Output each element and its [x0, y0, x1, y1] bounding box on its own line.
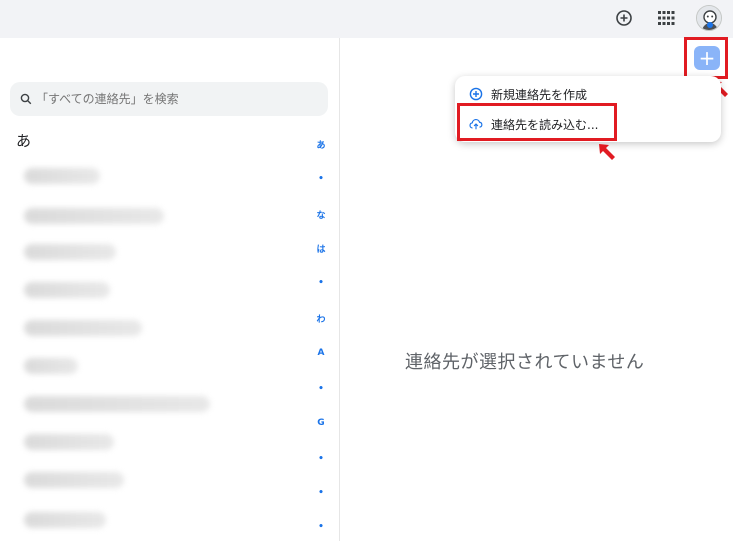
add-circle-icon[interactable]	[612, 6, 636, 30]
index-letter[interactable]: は	[312, 242, 330, 255]
list-item[interactable]	[24, 512, 106, 528]
list-item[interactable]	[24, 434, 114, 450]
list-item[interactable]	[24, 282, 110, 298]
list-item[interactable]	[24, 168, 100, 184]
index-letter[interactable]: A	[312, 348, 330, 358]
new-contact-label: 新規連絡先を作成	[491, 87, 588, 102]
top-bar	[0, 0, 733, 38]
index-letter[interactable]: な	[312, 208, 330, 221]
create-button-highlight	[684, 37, 728, 79]
index-dot[interactable]: •	[312, 488, 330, 498]
index-dot[interactable]: •	[312, 384, 330, 394]
new-contact-menu-item[interactable]: 新規連絡先を作成	[469, 84, 587, 104]
pointer-arrow-icon	[599, 144, 615, 160]
index-dot[interactable]: •	[312, 522, 330, 532]
list-item[interactable]	[24, 208, 164, 224]
search-box[interactable]	[10, 82, 328, 116]
index-letter[interactable]: G	[312, 418, 330, 428]
list-item[interactable]	[24, 358, 78, 374]
search-input[interactable]	[36, 92, 316, 106]
empty-message: 連絡先が選択されていません	[405, 352, 645, 373]
index-letter[interactable]: わ	[312, 312, 330, 325]
list-item[interactable]	[24, 472, 124, 488]
index-dot[interactable]: •	[312, 174, 330, 184]
list-item[interactable]	[24, 244, 116, 260]
search-icon	[20, 90, 32, 109]
section-letter: あ	[16, 132, 32, 150]
index-letter[interactable]: あ	[312, 138, 330, 151]
apps-grid-icon[interactable]	[654, 6, 678, 30]
import-highlight	[457, 103, 617, 141]
add-circle-icon	[469, 87, 483, 101]
avatar-icon[interactable]	[696, 5, 722, 31]
list-item[interactable]	[24, 320, 142, 336]
list-item[interactable]	[24, 396, 210, 412]
index-dot[interactable]: •	[312, 278, 330, 288]
index-dot[interactable]: •	[312, 454, 330, 464]
contacts-list-pane: あ あ • な は • わ A • G • • •	[0, 38, 340, 541]
